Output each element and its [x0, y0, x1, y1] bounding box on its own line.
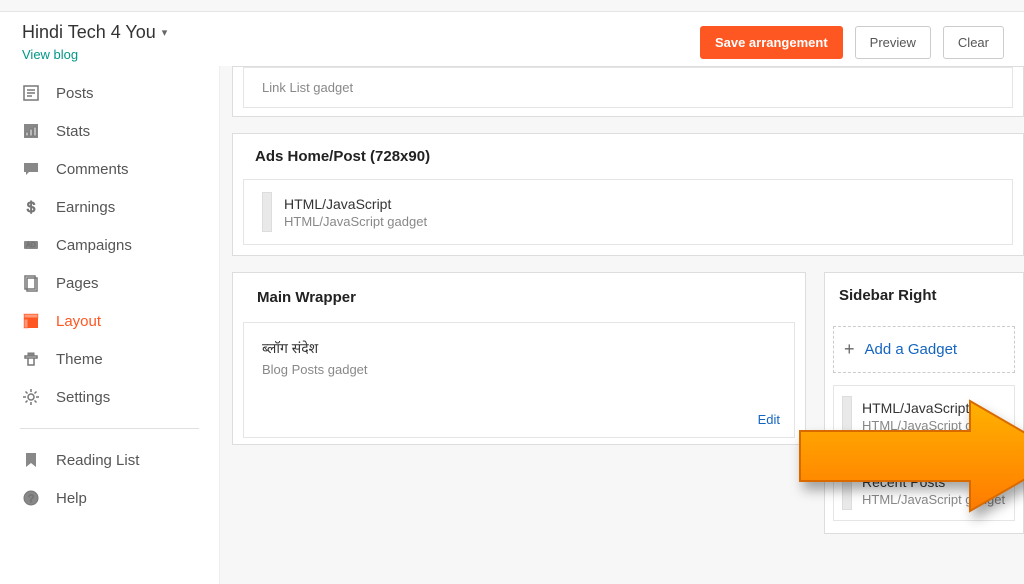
svg-text:?: ? [28, 493, 34, 505]
header-bar: Hindi Tech 4 You ▾ View blog Save arrang… [0, 12, 1024, 66]
layout-icon [22, 312, 40, 330]
nav-label: Settings [56, 389, 110, 406]
preview-button[interactable]: Preview [855, 26, 931, 59]
nav-earnings[interactable]: $ Earnings [0, 188, 219, 226]
plus-icon: + [844, 339, 855, 360]
posts-icon [22, 84, 40, 102]
gadget-html-js[interactable]: HTML/JavaScript HTML/JavaScript gadget [243, 179, 1013, 245]
gadget-subtitle: Blog Posts gadget [262, 362, 776, 377]
nav-label: Layout [56, 313, 101, 330]
nav-label: Stats [56, 123, 90, 140]
section-ads: Ads Home/Post (728x90) HTML/JavaScript H… [232, 133, 1024, 256]
nav-label: Comments [56, 161, 129, 178]
save-arrangement-button[interactable]: Save arrangement [700, 26, 843, 59]
nav-divider [20, 428, 199, 429]
gadget-html-js-side[interactable]: HTML/JavaScript HTML/JavaScript gadget [833, 385, 1015, 447]
gadget-title: HTML/JavaScript [284, 196, 427, 212]
nav-label: Earnings [56, 199, 115, 216]
nav-label: Pages [56, 275, 99, 292]
nav-posts[interactable]: Posts [0, 74, 219, 112]
drag-handle-icon[interactable] [842, 470, 852, 510]
nav-label: Campaigns [56, 237, 132, 254]
gadget-subtitle: Link List gadget [262, 80, 353, 95]
comments-icon [22, 160, 40, 178]
bookmark-icon [22, 451, 40, 469]
nav-stats[interactable]: Stats [0, 112, 219, 150]
clear-button[interactable]: Clear [943, 26, 1004, 59]
help-icon: ? [22, 489, 40, 507]
svg-text:$: $ [27, 199, 36, 216]
sidebar-nav: Posts Stats Comments $ Earnings AD Campa… [0, 66, 220, 584]
nav-settings[interactable]: Settings [0, 378, 219, 416]
section-sidebar-right: Sidebar Right + Add a Gadget HTML/JavaSc… [824, 272, 1024, 534]
gadget-title: Recent Posts [862, 474, 1005, 490]
drag-handle-icon[interactable] [842, 396, 852, 436]
nav-label: Help [56, 490, 87, 507]
gadget-subtitle: HTML/JavaScript gadget [284, 214, 427, 229]
chevron-down-icon: ▾ [162, 26, 168, 39]
gadget-subtitle: HTML/JavaScript gadget [862, 492, 1005, 507]
gadget-linklist[interactable]: Link List gadget [243, 67, 1013, 108]
nav-campaigns[interactable]: AD Campaigns [0, 226, 219, 264]
nav-layout[interactable]: Layout [0, 302, 219, 340]
section-header: Ads Home/Post (728x90) [233, 134, 1023, 179]
nav-label: Theme [56, 351, 103, 368]
stats-icon [22, 122, 40, 140]
add-gadget-button[interactable]: + Add a Gadget [833, 326, 1015, 373]
gadget-title: ब्लॉग संदेश [262, 339, 776, 358]
gadget-title: HTML/JavaScript [862, 400, 1005, 416]
nav-pages[interactable]: Pages [0, 264, 219, 302]
pages-icon [22, 274, 40, 292]
edit-link[interactable]: Edit [758, 412, 780, 427]
top-strip [0, 0, 1024, 12]
nav-help[interactable]: ? Help [0, 479, 219, 517]
section-header: Main Wrapper [233, 273, 805, 322]
earnings-icon: $ [22, 198, 40, 216]
campaigns-icon: AD [22, 236, 40, 254]
blog-title-text: Hindi Tech 4 You [22, 22, 156, 43]
gadget-subtitle: HTML/JavaScript gadget [862, 418, 1005, 433]
nav-comments[interactable]: Comments [0, 150, 219, 188]
drag-handle-icon[interactable] [262, 192, 272, 232]
nav-label: Posts [56, 85, 94, 102]
nav-theme[interactable]: Theme [0, 340, 219, 378]
svg-text:AD: AD [26, 242, 36, 249]
gadget-recent-posts[interactable]: Recent Posts HTML/JavaScript gadget [833, 459, 1015, 521]
theme-icon [22, 350, 40, 368]
gadget-blog-posts[interactable]: ब्लॉग संदेश Blog Posts gadget Edit [243, 322, 795, 438]
view-blog-link[interactable]: View blog [22, 47, 167, 62]
blog-selector[interactable]: Hindi Tech 4 You ▾ [22, 22, 167, 43]
add-gadget-label: Add a Gadget [865, 341, 958, 358]
gear-icon [22, 388, 40, 406]
section-header: Sidebar Right [825, 273, 1023, 318]
section-main-wrapper: Main Wrapper ब्लॉग संदेश Blog Posts gadg… [232, 272, 806, 445]
nav-reading-list[interactable]: Reading List [0, 441, 219, 479]
nav-label: Reading List [56, 452, 139, 469]
